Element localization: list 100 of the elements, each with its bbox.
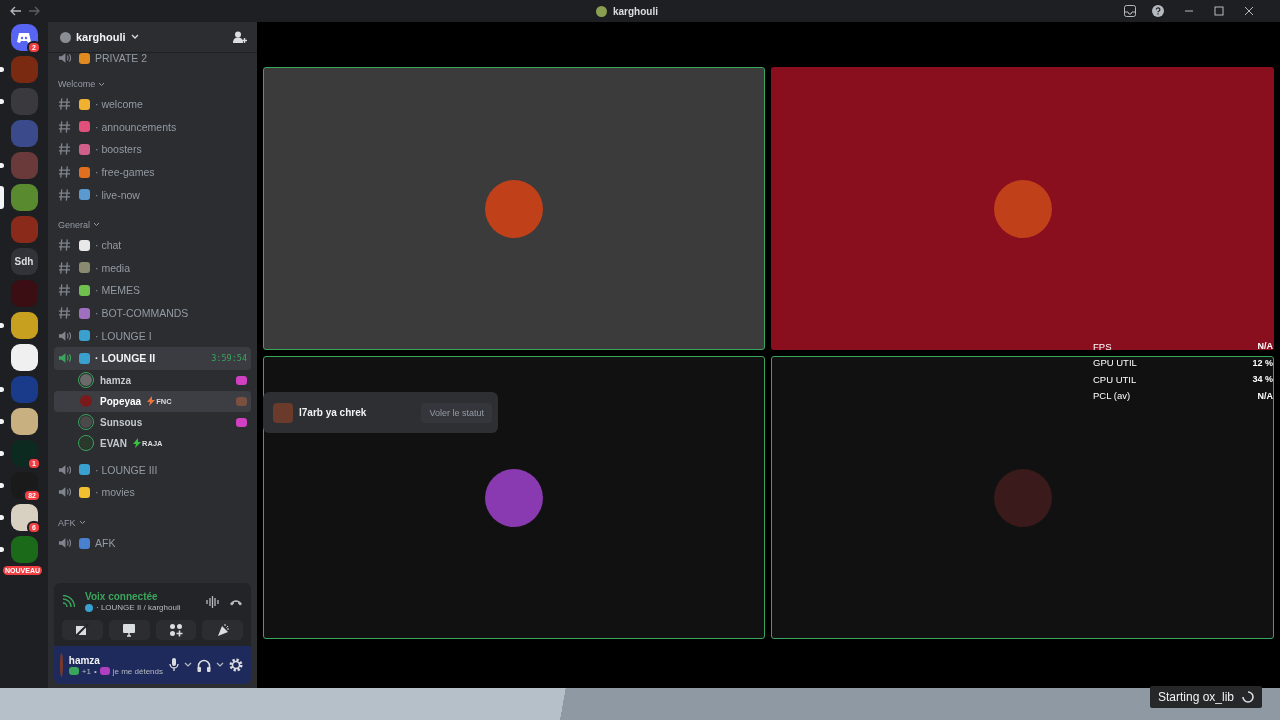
spinner-icon — [1242, 691, 1254, 703]
emoji-icon — [79, 98, 90, 110]
video-tile[interactable] — [263, 67, 765, 350]
activities-icon — [168, 623, 183, 637]
channel-item[interactable]: · LOUNGE I — [54, 324, 251, 347]
server-icon[interactable] — [10, 344, 38, 371]
activity-icon — [236, 396, 247, 406]
channel-name: · boosters — [95, 143, 143, 156]
channel-item[interactable]: · LOUNGE III — [54, 458, 251, 482]
voice-channel-link[interactable]: · LOUNGE II / karghouli — [96, 603, 181, 612]
steal-status-button[interactable]: Voler le statut — [421, 402, 492, 423]
video-tile[interactable] — [771, 67, 1274, 350]
channel-item[interactable]: · welcome — [54, 93, 251, 116]
channel-item[interactable]: · LOUNGE II 3:59:54 — [54, 346, 251, 370]
chevron-down-icon[interactable] — [216, 662, 224, 668]
channel-item[interactable]: · live-now — [54, 183, 251, 206]
window-title: karghouli — [613, 5, 658, 17]
emoji-icon — [79, 486, 90, 498]
connection-status: Voix connectée — [85, 591, 159, 602]
channel-item[interactable]: · MEMES — [54, 279, 251, 302]
call-timer: 3:59:54 — [211, 353, 247, 364]
voice-member[interactable]: hamza — [54, 369, 251, 391]
hash-icon — [58, 187, 71, 202]
toast-text: Starting ox_lib — [1157, 690, 1234, 704]
channel-item[interactable]: · chat — [54, 233, 251, 257]
separator-dot: • — [93, 666, 97, 676]
help-icon[interactable] — [1152, 5, 1164, 17]
channel-item[interactable]: · boosters — [54, 138, 251, 161]
member-name: Sunsous — [100, 416, 143, 428]
camera-off-button[interactable] — [62, 620, 103, 640]
add-friend-icon[interactable] — [233, 30, 247, 44]
stat-label: GPU UTIL — [1093, 357, 1137, 369]
channel-item[interactable]: · BOT-COMMANDS — [54, 301, 251, 325]
emoji-icon — [79, 121, 90, 133]
microphone-icon[interactable] — [169, 658, 179, 672]
member-name: hamza — [100, 374, 132, 386]
channel-item[interactable]: · announcements — [54, 115, 251, 139]
stat-value: N/A — [1257, 341, 1273, 352]
username: hamza — [68, 654, 101, 666]
activities-button[interactable] — [155, 620, 197, 640]
server-icon[interactable] — [10, 312, 38, 339]
channel-name: · free-games — [95, 166, 156, 179]
screen-share-button[interactable] — [108, 620, 150, 640]
video-tile[interactable] — [771, 356, 1274, 639]
channel-name: · MEMES — [95, 284, 141, 297]
signal-icon — [62, 595, 75, 608]
channel-name: · media — [95, 261, 131, 274]
hash-icon — [58, 306, 71, 321]
emoji-icon — [79, 352, 90, 364]
server-icon[interactable] — [10, 408, 38, 435]
hash-icon — [58, 260, 71, 275]
lightning-icon — [133, 438, 142, 449]
lightning-icon — [147, 396, 156, 407]
stat-value: 34 % — [1252, 374, 1273, 385]
emoji-icon — [79, 53, 90, 64]
server-header[interactable]: karghouli — [48, 22, 257, 53]
back-arrow-icon[interactable] — [10, 6, 22, 16]
channel-name: · LOUNGE II — [95, 352, 157, 365]
noise-suppression-icon[interactable] — [206, 595, 219, 608]
chevron-down-icon — [130, 34, 139, 40]
emoji-icon — [79, 307, 90, 319]
hash-icon — [58, 142, 71, 157]
emoji-icon — [79, 537, 90, 549]
server-icon — [596, 5, 607, 17]
chevron-down-icon[interactable] — [184, 662, 192, 668]
member-name: EVAN — [100, 437, 128, 449]
settings-icon[interactable] — [229, 658, 243, 672]
inbox-icon[interactable] — [1124, 5, 1136, 17]
channel-name: · LOUNGE III — [95, 463, 159, 476]
channel-item[interactable]: · media — [54, 256, 251, 280]
gamepad-icon — [68, 667, 79, 675]
channel-item[interactable]: · free-games — [54, 160, 251, 184]
hash-icon — [58, 165, 71, 180]
hash-icon — [58, 97, 71, 112]
server-button[interactable]: Sdh — [10, 248, 38, 275]
video-tile[interactable] — [263, 356, 765, 639]
forward-arrow-icon[interactable] — [28, 6, 40, 16]
channel-item[interactable]: AFK — [54, 531, 251, 555]
speaker-icon — [58, 53, 71, 65]
channel-name: · movies — [95, 486, 136, 499]
speaker-icon — [58, 536, 71, 550]
activity-icon — [236, 417, 247, 427]
close-icon[interactable] — [1244, 6, 1254, 16]
hash-icon — [58, 283, 71, 298]
member-name: Popeyaa — [100, 395, 142, 407]
channel-name: · LOUNGE I — [95, 329, 153, 342]
voice-member[interactable]: Sunsous — [54, 411, 251, 433]
screen-share-icon — [122, 623, 137, 637]
disconnect-icon[interactable] — [229, 597, 243, 606]
channel-item[interactable]: · movies — [54, 481, 251, 504]
maximize-icon[interactable] — [1214, 6, 1224, 16]
soundboard-button[interactable] — [202, 620, 243, 640]
emoji-icon — [79, 284, 90, 296]
headphones-icon[interactable] — [197, 658, 211, 672]
category-name: Welcome — [58, 79, 96, 89]
channel-name: · chat — [95, 239, 123, 252]
hash-icon — [58, 238, 71, 253]
category-name: General — [58, 219, 91, 230]
channel-name: PRIVATE 2 — [95, 53, 149, 64]
channel-item[interactable]: PRIVATE 2 — [54, 53, 251, 65]
